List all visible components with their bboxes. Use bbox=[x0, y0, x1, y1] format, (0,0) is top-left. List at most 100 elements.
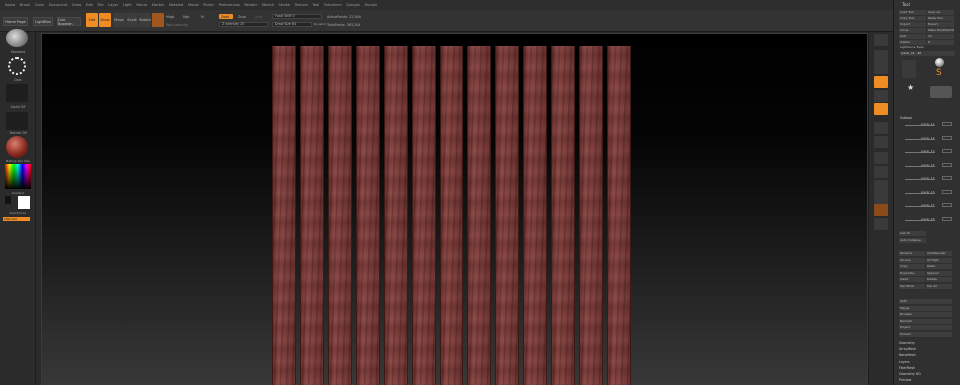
zsub-toggle[interactable]: Zsub bbox=[236, 14, 249, 19]
subtool-visibility-icon[interactable] bbox=[942, 162, 952, 167]
current-tool-slider[interactable]: plank_01 . 46 bbox=[900, 51, 955, 56]
z-intensity-slider[interactable]: Z Intensity 25 bbox=[219, 22, 268, 27]
menu-movie[interactable]: Movie bbox=[188, 3, 199, 7]
rgb-intensity-slider[interactable]: Rgb Intensity bbox=[166, 23, 188, 27]
subtool-visibility-icon[interactable] bbox=[942, 135, 952, 140]
edit-button[interactable]: Edit bbox=[86, 13, 98, 27]
menu-brush[interactable]: Brush bbox=[20, 3, 30, 7]
home-page-button[interactable]: Home Page bbox=[3, 17, 28, 26]
secondary-color-swatch[interactable] bbox=[5, 196, 11, 204]
aahalf-button[interactable] bbox=[874, 103, 888, 115]
menu-edit[interactable]: Edit bbox=[86, 3, 93, 7]
move-view-button[interactable] bbox=[874, 192, 888, 204]
plank-board[interactable] bbox=[355, 46, 380, 385]
scroll-button[interactable] bbox=[874, 62, 888, 74]
live-boolean-button[interactable]: Live Boolean bbox=[57, 17, 81, 26]
menu-file[interactable]: File bbox=[98, 3, 104, 7]
tool-goz-button[interactable]: GoZ bbox=[899, 34, 926, 39]
m-toggle[interactable]: M bbox=[201, 15, 204, 19]
plank-board[interactable] bbox=[579, 46, 604, 385]
local-button[interactable] bbox=[874, 152, 888, 164]
switch-color-label[interactable]: SwitchColor bbox=[0, 211, 36, 215]
tool-all-button[interactable]: All bbox=[927, 34, 954, 39]
subtool-split-button[interactable]: Split bbox=[899, 299, 952, 304]
color-picker-icon[interactable] bbox=[5, 164, 31, 189]
menu-layer[interactable]: Layer bbox=[108, 3, 118, 7]
frame-button[interactable] bbox=[874, 180, 888, 192]
menu-document[interactable]: Document bbox=[49, 3, 68, 7]
zoom-button[interactable] bbox=[874, 76, 888, 88]
material-swatch-button[interactable] bbox=[152, 13, 164, 27]
tool-load-tool-button[interactable]: Load Tool bbox=[899, 10, 926, 15]
subtool-append-button[interactable]: Append bbox=[926, 270, 952, 276]
plank-board[interactable] bbox=[439, 46, 464, 385]
menu-stroke[interactable]: Stroke bbox=[278, 3, 289, 7]
subtool-copy-button[interactable]: Copy bbox=[899, 264, 925, 269]
menu-picker[interactable]: Picker bbox=[203, 3, 214, 7]
material-sphere-icon[interactable] bbox=[6, 136, 28, 158]
tool-export-button[interactable]: Export bbox=[927, 22, 954, 27]
zadd-toggle[interactable]: Zadd bbox=[219, 14, 233, 19]
move-button[interactable]: Move bbox=[113, 13, 125, 27]
rotate-button[interactable]: Rotate bbox=[139, 13, 151, 27]
subtool-visibility-icon[interactable] bbox=[942, 203, 952, 207]
subtool-project-button[interactable]: Project bbox=[899, 325, 952, 330]
polyf-button[interactable] bbox=[874, 204, 888, 216]
plank-board[interactable] bbox=[383, 46, 408, 385]
subtool-rename-button[interactable]: Rename bbox=[899, 251, 925, 256]
subtool-del-other-button[interactable]: Del Other bbox=[899, 283, 925, 289]
transp-button[interactable] bbox=[874, 218, 888, 230]
sphere-brush-icon[interactable] bbox=[935, 58, 944, 67]
section-arraymesh[interactable]: ArrayMesh bbox=[899, 347, 959, 351]
xyz-button[interactable] bbox=[874, 166, 888, 178]
plank-board[interactable] bbox=[299, 46, 324, 385]
section-fibermesh[interactable]: FiberMesh bbox=[899, 366, 959, 370]
draw-button[interactable]: Draw bbox=[99, 13, 111, 27]
menu-stencil[interactable]: Stencil bbox=[262, 3, 274, 7]
subtool-paste-button[interactable]: Paste bbox=[926, 264, 952, 269]
tool-copy-tool-button[interactable]: Copy Tool bbox=[899, 16, 926, 21]
bpr-button[interactable] bbox=[874, 34, 888, 46]
primary-color-swatch[interactable] bbox=[18, 196, 30, 209]
menu-transform[interactable]: Transform bbox=[324, 3, 342, 7]
subtool-header[interactable]: Subtool bbox=[900, 116, 912, 120]
lightbox-tools-label[interactable]: Lightbox ▸ Tools bbox=[900, 45, 924, 49]
texture-slot-icon[interactable] bbox=[6, 112, 28, 130]
subtool-item[interactable]: plank_11 bbox=[898, 122, 954, 131]
tool-r-button[interactable]: R bbox=[927, 40, 954, 45]
subtool-autoreorder-button[interactable]: AutoReorder bbox=[926, 251, 952, 256]
zcut-toggle[interactable]: Zcut bbox=[253, 14, 266, 19]
menu-color[interactable]: Color bbox=[35, 3, 44, 7]
tool-import-button[interactable]: Import bbox=[899, 22, 926, 27]
subtool-item[interactable]: plank_14 bbox=[898, 162, 954, 172]
standard-brush-icon[interactable] bbox=[6, 29, 28, 47]
alternate-button[interactable]: Alternate bbox=[3, 217, 30, 221]
menu-light[interactable]: Light bbox=[123, 3, 132, 7]
subtool-item[interactable]: plank_13 bbox=[898, 149, 954, 158]
subtool-item[interactable]: plank_12 bbox=[898, 135, 954, 145]
menu-material[interactable]: Material bbox=[169, 3, 184, 7]
plank-board[interactable] bbox=[411, 46, 436, 385]
subtool-delete-button[interactable]: Delete bbox=[926, 277, 952, 282]
menu-preferences[interactable]: Preferences bbox=[219, 3, 240, 7]
plank-board[interactable] bbox=[495, 46, 520, 385]
menu-marker[interactable]: Marker bbox=[152, 3, 164, 7]
rgb-toggle[interactable]: Rgb bbox=[183, 15, 189, 19]
menu-render[interactable]: Render bbox=[244, 3, 257, 7]
plank-board[interactable] bbox=[607, 46, 631, 385]
tool-thumb-plank[interactable] bbox=[902, 60, 916, 78]
scale-button[interactable]: Scale bbox=[126, 13, 138, 27]
section-geometry-hd[interactable]: Geometry HD bbox=[899, 372, 959, 376]
subtool-remesh-button[interactable]: Remesh bbox=[899, 318, 952, 324]
subtool-boolean-button[interactable]: Boolean bbox=[899, 312, 952, 317]
subtool-del-all-button[interactable]: Del All bbox=[926, 283, 952, 289]
subtool-item[interactable]: plank_17 bbox=[898, 203, 954, 212]
actual-button[interactable] bbox=[874, 90, 888, 102]
auto-collapse-button[interactable]: Auto Collapse bbox=[899, 238, 926, 243]
subtool-duplicate-button[interactable]: Duplicate bbox=[899, 270, 925, 276]
simple-brush-icon[interactable]: S bbox=[936, 69, 942, 78]
menu-zplugin[interactable]: Zplugin bbox=[346, 3, 360, 7]
plank-board[interactable] bbox=[327, 46, 352, 385]
section-preview[interactable]: Preview bbox=[899, 378, 959, 382]
polymesh-star-icon[interactable]: ★ bbox=[907, 84, 914, 92]
